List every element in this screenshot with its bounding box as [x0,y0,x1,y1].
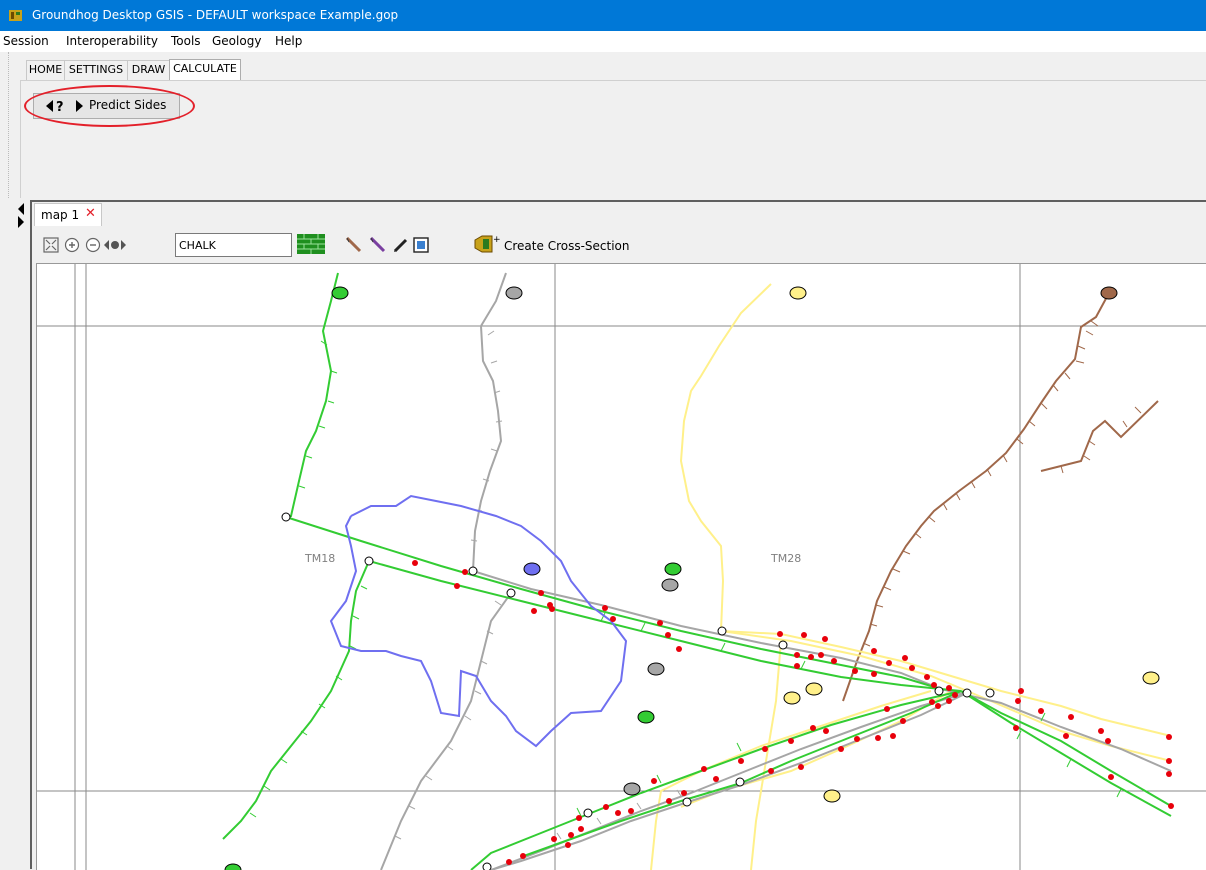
pan-arrows-icon[interactable] [104,237,126,253]
map-canvas[interactable]: TM18 TM28 [36,263,1206,870]
yellow-polylines [650,283,1172,870]
menu-session[interactable]: Session [3,34,49,48]
cross-section-icon[interactable]: + [474,234,500,254]
predict-sides-label: Predict Sides [89,98,167,112]
green-polylines [222,272,1172,870]
map-tab-label: map 1 [41,208,80,222]
zoom-extent-icon[interactable] [43,237,59,253]
map-markers [224,286,1160,870]
svg-text:?: ? [56,100,64,114]
ribbon-panel-calculate [20,80,1206,198]
window-title: Groundhog Desktop GSIS - DEFAULT workspa… [32,8,399,22]
menu-geology[interactable]: Geology [212,34,261,48]
tab-home[interactable]: HOME [26,60,65,80]
zoom-out-icon[interactable] [85,237,101,253]
tab-map-1[interactable]: map 1 ✕ [34,203,102,226]
map-grid [37,264,1206,870]
frame-icon[interactable] [413,237,429,253]
menu-help[interactable]: Help [275,34,302,48]
zoom-in-icon[interactable] [64,237,80,253]
predict-sides-button[interactable]: ? Predict Sides [33,93,180,119]
tab-draw[interactable]: DRAW [127,60,170,80]
menu-tools[interactable]: Tools [171,34,201,48]
brown-polyline [842,292,1159,702]
svg-text:+: + [493,235,500,245]
menu-interoperability[interactable]: Interoperability [66,34,158,48]
grey-ticks [394,330,682,840]
red-points [412,560,1174,865]
draw-line-purple-icon[interactable] [370,237,386,253]
layer-name-input[interactable] [175,233,292,257]
grey-polylines [380,272,1172,870]
grid-label-tm28: TM28 [771,552,802,565]
map-drawing [37,264,1206,870]
arrow-question-arrow-icon: ? [46,100,83,114]
draw-line-brown-icon[interactable] [346,237,362,253]
collapse-panel-handle[interactable] [16,200,26,230]
close-icon[interactable]: ✕ [85,206,96,221]
brown-ticks [862,320,1142,647]
blue-polygon [329,494,628,748]
grid-label-tm18: TM18 [305,552,336,565]
menu-bar: Session Interoperability Tools Geology H… [0,31,1206,52]
title-bar: Groundhog Desktop GSIS - DEFAULT workspa… [0,0,1206,31]
create-cross-section-button[interactable]: Create Cross-Section [504,239,630,253]
tab-calculate[interactable]: CALCULATE [169,59,241,81]
geology-layer-icon[interactable] [297,234,325,254]
pen-icon[interactable] [393,237,409,253]
tab-settings[interactable]: SETTINGS [64,60,128,80]
groundhog-app-icon [9,10,22,21]
